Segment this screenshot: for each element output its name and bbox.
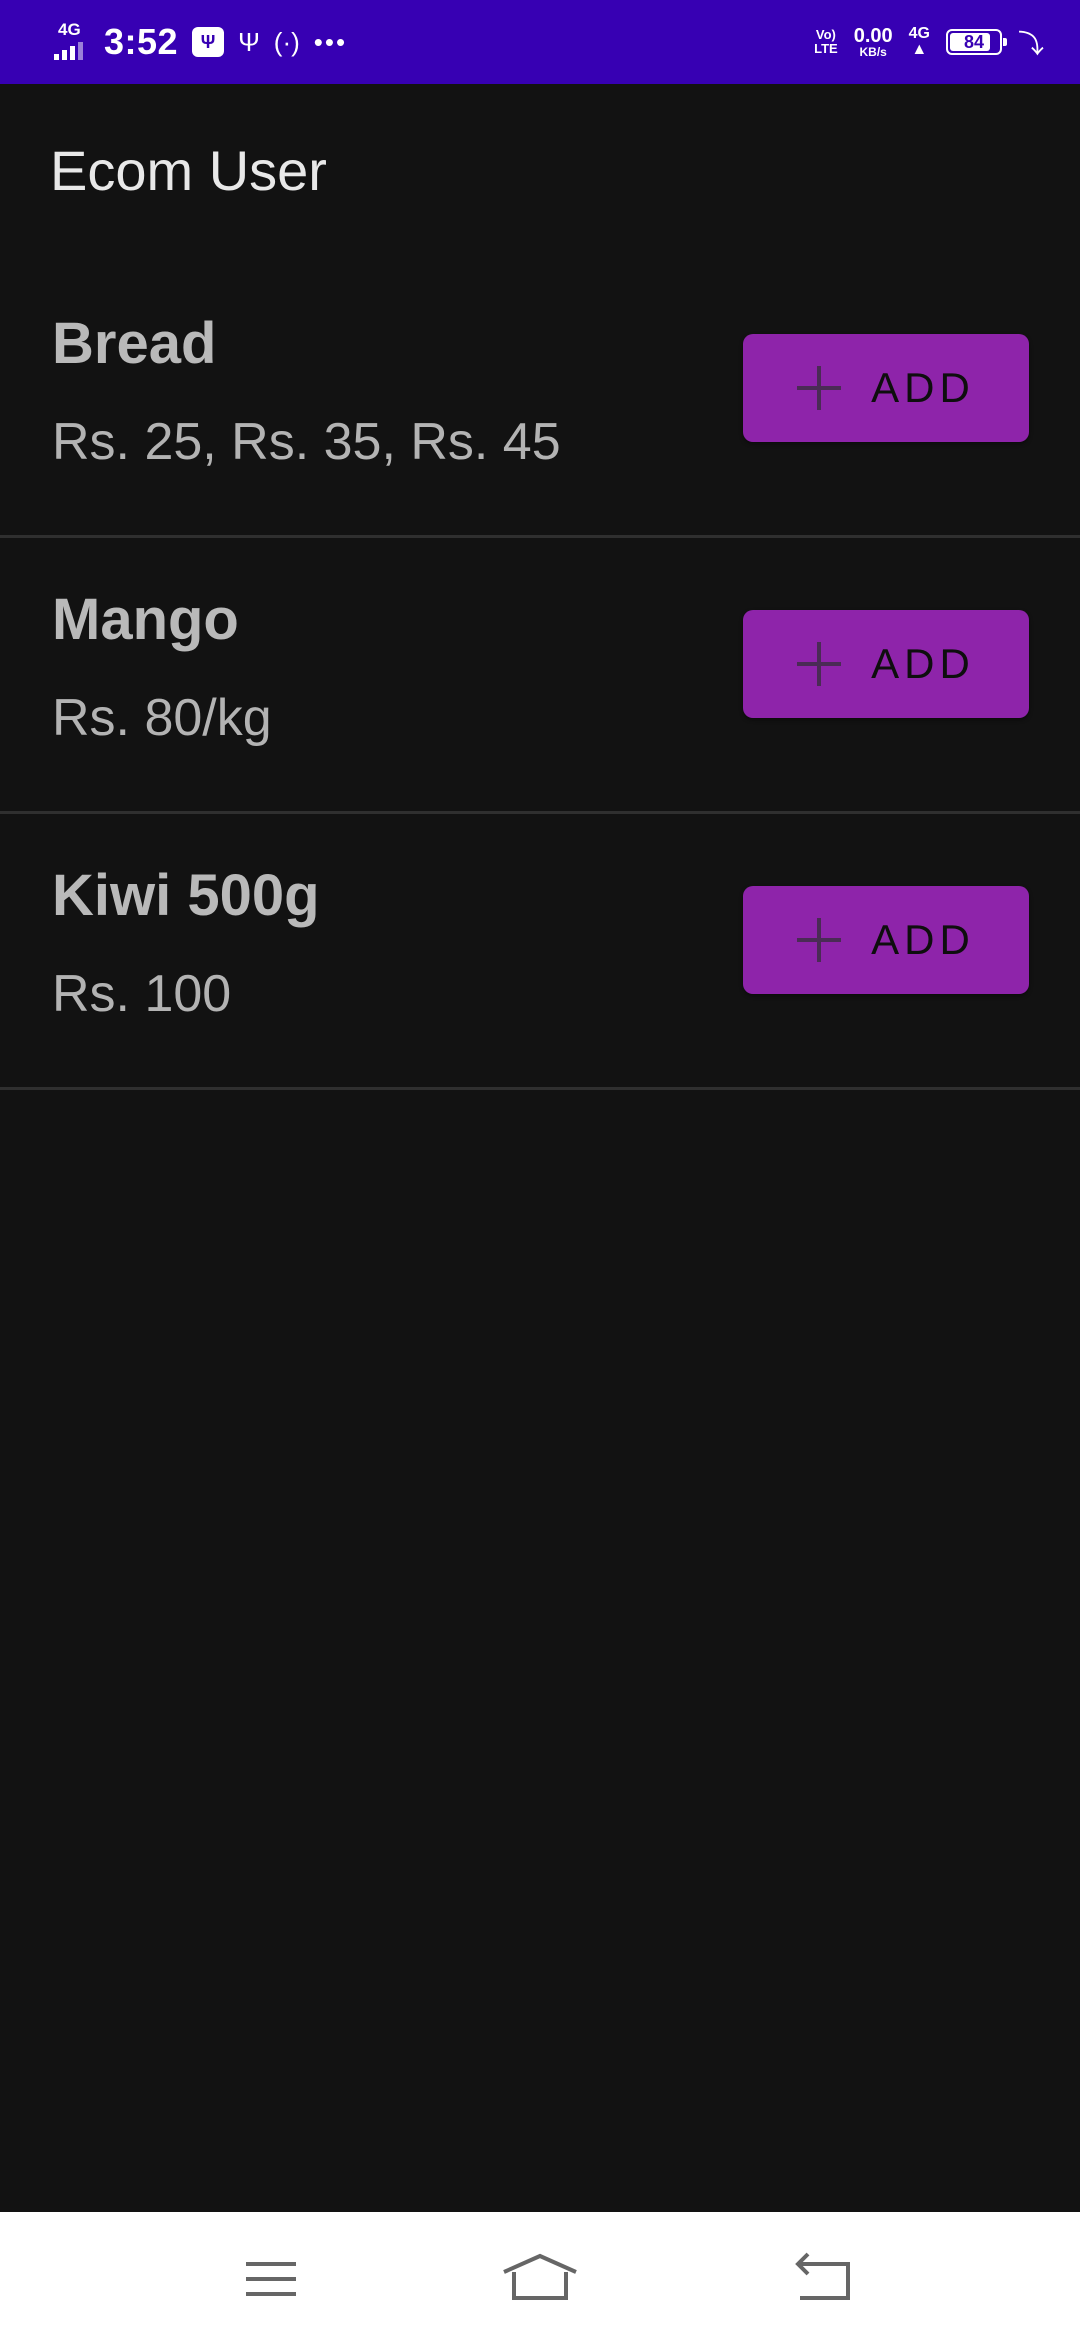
menu-icon[interactable] [230,2242,310,2312]
network-speed: 0.00 KB/s [854,26,893,58]
speed-unit: KB/s [859,45,887,59]
add-button[interactable]: ADD [743,886,1029,994]
mobile-data-icon: 4G ▲ [908,25,930,58]
plus-icon [797,918,842,962]
add-button-label: ADD [871,364,975,411]
more-notifications-icon: ••• [313,26,348,57]
status-bar: 4G 3:52 Ψ Ψ (·) ••• Vo) LTE 0.00 KB/s 4G ▲… [0,0,1080,84]
network-right-label: 4G [908,25,930,42]
navigation-bar [0,2212,1080,2340]
signal-4g-icon: 4G [54,20,90,64]
volte-icon: Vo) LTE [814,27,838,56]
home-icon[interactable] [500,2242,580,2312]
product-price: Rs. 80/kg [52,689,272,747]
speed-value: 0.00 [853,25,893,47]
hotspot-icon: (·) [273,27,300,57]
clock: 3:52 [104,21,179,62]
plus-icon [797,366,842,410]
bolt-icon: ⤵ [1017,28,1044,59]
product-price: Rs. 100 [52,965,232,1023]
battery-icon: 84 [945,29,1007,55]
add-button-label: ADD [871,916,975,963]
status-bar-left: 4G 3:52 Ψ Ψ (·) ••• [54,0,347,84]
plus-icon [797,642,842,686]
add-button-label: ADD [871,640,975,687]
product-item-bread: Bread Rs. 25, Rs. 35, Rs. 45 ADD [0,262,1080,538]
back-icon[interactable] [784,2242,864,2312]
network-type-label: 4G [58,20,81,39]
add-button[interactable]: ADD [743,334,1029,442]
status-bar-right: Vo) LTE 0.00 KB/s 4G ▲ 84 ⤵ [814,0,1044,84]
product-list: Bread Rs. 25, Rs. 35, Rs. 45 ADD Mango R… [0,262,1080,1090]
product-name: Bread [52,311,217,376]
product-item-kiwi: Kiwi 500g Rs. 100 ADD [0,814,1080,1090]
battery-percent: 84 [963,31,984,52]
add-button[interactable]: ADD [743,610,1029,718]
product-price: Rs. 25, Rs. 35, Rs. 45 [52,413,561,471]
product-item-mango: Mango Rs. 80/kg ADD [0,538,1080,814]
product-name: Mango [52,587,239,652]
product-name: Kiwi 500g [52,863,320,928]
usb-debug-icon: Ψ [192,27,225,57]
app-title: Ecom User [50,139,327,202]
usb-icon: Ψ [238,27,260,57]
